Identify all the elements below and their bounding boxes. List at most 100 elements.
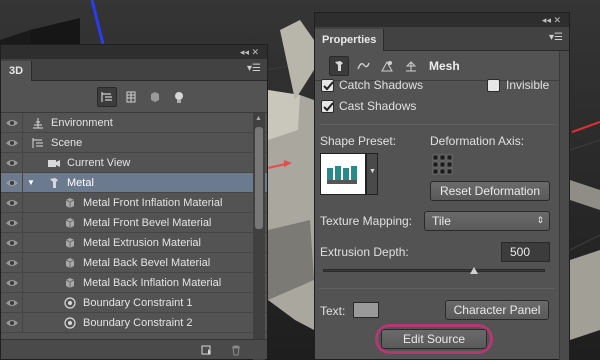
extrusion-depth-slider[interactable] xyxy=(323,267,545,274)
axis-grid-icon xyxy=(432,154,453,175)
visibility-eye-icon[interactable] xyxy=(1,113,23,133)
expand-toggle-icon[interactable]: ▼ xyxy=(27,173,35,193)
mode-title: Mesh xyxy=(429,59,460,73)
catch-shadows-checkbox[interactable] xyxy=(321,79,334,92)
axis-cell xyxy=(446,161,453,168)
layer-row[interactable]: ▼ Metal xyxy=(1,173,267,193)
layer-label: Metal Back Bevel Material xyxy=(83,257,211,269)
scene-icon xyxy=(31,136,45,150)
constraint-icon xyxy=(63,296,77,310)
scroll-thumb[interactable] xyxy=(255,127,263,229)
scene-filter-bar xyxy=(1,81,267,113)
layer-row[interactable]: Environment xyxy=(1,113,267,133)
properties-titlebar[interactable]: ◂◂ ✕ xyxy=(315,13,569,27)
text-label: Text: xyxy=(320,304,346,318)
updown-icon: ⇕ xyxy=(536,215,544,225)
invisible-checkbox[interactable] xyxy=(487,79,500,92)
separator xyxy=(319,124,555,125)
layer-label: Scene xyxy=(51,137,83,149)
tab-3d[interactable]: 3D xyxy=(1,61,33,81)
edit-source-button[interactable]: Edit Source xyxy=(381,329,487,349)
material-icon xyxy=(63,276,77,290)
3d-panel-tabrow: 3D ▾☰ xyxy=(1,59,267,81)
layer-label: Metal Back Inflation Material xyxy=(83,277,222,289)
layer-row[interactable]: Current View xyxy=(1,153,267,173)
whole-scene-filter-icon[interactable] xyxy=(97,87,117,107)
layer-row[interactable]: Boundary Constraint 2 xyxy=(1,313,267,333)
extrusion-depth-label: Extrusion Depth: xyxy=(320,245,409,259)
mesh-icon xyxy=(47,176,61,190)
axis-cell xyxy=(432,168,439,175)
visibility-eye-icon[interactable] xyxy=(1,153,23,173)
texture-mapping-value: Tile xyxy=(432,214,451,228)
axis-cell xyxy=(446,154,453,161)
environment-icon xyxy=(31,116,45,130)
layer-row[interactable]: Metal Back Inflation Material xyxy=(1,273,267,293)
visibility-eye-icon[interactable] xyxy=(1,173,23,193)
layer-label: Metal Extrusion Material xyxy=(83,237,201,249)
visibility-eye-icon[interactable] xyxy=(1,313,23,333)
lights-filter-icon[interactable] xyxy=(169,87,189,107)
cast-shadows-checkbox[interactable] xyxy=(321,100,334,113)
deformation-axis-grid[interactable] xyxy=(432,154,454,176)
material-icon xyxy=(63,236,77,250)
properties-collapse-close-controls[interactable]: ◂◂ ✕ xyxy=(542,14,561,26)
text-color-swatch[interactable] xyxy=(353,302,379,318)
invisible-label: Invisible xyxy=(506,78,550,92)
properties-panel: ◂◂ ✕ Properties ▾☰ Mesh Catch Shadows In… xyxy=(314,12,570,360)
3d-panel-titlebar[interactable]: ◂◂ ✕ xyxy=(1,45,267,59)
new-object-icon[interactable] xyxy=(199,343,213,357)
tab-properties[interactable]: Properties xyxy=(315,29,385,51)
axis-cell xyxy=(439,154,446,161)
visibility-eye-icon[interactable] xyxy=(1,293,23,313)
visibility-eye-icon[interactable] xyxy=(1,213,23,233)
layer-list-scrollbar[interactable]: ▲ ▼ xyxy=(253,113,265,360)
trash-icon[interactable] xyxy=(229,343,243,357)
catch-shadows-label: Catch Shadows xyxy=(339,78,424,92)
separator xyxy=(319,288,555,289)
chevron-down-icon: ▼ xyxy=(369,168,376,175)
layer-label: Boundary Constraint 2 xyxy=(83,317,193,329)
axis-cell xyxy=(439,168,446,175)
coordinates-mode-icon[interactable] xyxy=(401,56,421,76)
slider-thumb[interactable] xyxy=(469,267,478,274)
3d-text-preview-icon xyxy=(327,166,357,184)
axis-cell xyxy=(439,161,446,168)
texture-mapping-select[interactable]: Tile ⇕ xyxy=(424,211,550,231)
scroll-up-icon[interactable]: ▲ xyxy=(255,115,262,122)
cap-mode-icon[interactable] xyxy=(377,56,397,76)
visibility-eye-icon[interactable] xyxy=(1,273,23,293)
layer-row[interactable]: Boundary Constraint 1 xyxy=(1,293,267,313)
visibility-eye-icon[interactable] xyxy=(1,233,23,253)
properties-scrollbar[interactable] xyxy=(559,51,569,360)
axis-cell xyxy=(432,161,439,168)
deform-mode-icon[interactable] xyxy=(353,56,373,76)
layer-label: Metal Front Inflation Material xyxy=(83,197,223,209)
meshes-filter-icon[interactable] xyxy=(121,87,141,107)
extrusion-depth-input[interactable]: 500 xyxy=(501,242,550,262)
material-icon xyxy=(63,196,77,210)
visibility-eye-icon[interactable] xyxy=(1,193,23,213)
layer-row[interactable]: Metal Extrusion Material xyxy=(1,233,267,253)
layer-row[interactable]: Metal Front Bevel Material xyxy=(1,213,267,233)
shape-preset-dropdown[interactable]: ▼ xyxy=(366,153,378,195)
properties-tabrow: Properties ▾☰ xyxy=(315,27,569,51)
axis-cell xyxy=(432,154,439,161)
materials-filter-icon[interactable] xyxy=(145,87,165,107)
layer-row[interactable]: Metal Front Inflation Material xyxy=(1,193,267,213)
material-icon xyxy=(63,216,77,230)
layer-label: Boundary Constraint 1 xyxy=(83,297,193,309)
shape-preset-thumbnail[interactable] xyxy=(320,153,366,195)
visibility-eye-icon[interactable] xyxy=(1,133,23,153)
character-panel-button[interactable]: Character Panel xyxy=(445,300,549,320)
shape-preset-label: Shape Preset: xyxy=(320,134,397,148)
panel-collapse-close-controls[interactable]: ◂◂ ✕ xyxy=(240,46,259,58)
3d-panel: ◂◂ ✕ 3D ▾☰ Environment Scene Current View ▼… xyxy=(0,44,268,360)
panel-menu-icon[interactable]: ▾☰ xyxy=(247,63,261,74)
visibility-eye-icon[interactable] xyxy=(1,253,23,273)
layer-row[interactable]: Scene xyxy=(1,133,267,153)
mesh-mode-icon[interactable] xyxy=(329,56,349,76)
reset-deformation-button[interactable]: Reset Deformation xyxy=(430,181,550,201)
properties-menu-icon[interactable]: ▾☰ xyxy=(549,32,563,43)
layer-row[interactable]: Metal Back Bevel Material xyxy=(1,253,267,273)
